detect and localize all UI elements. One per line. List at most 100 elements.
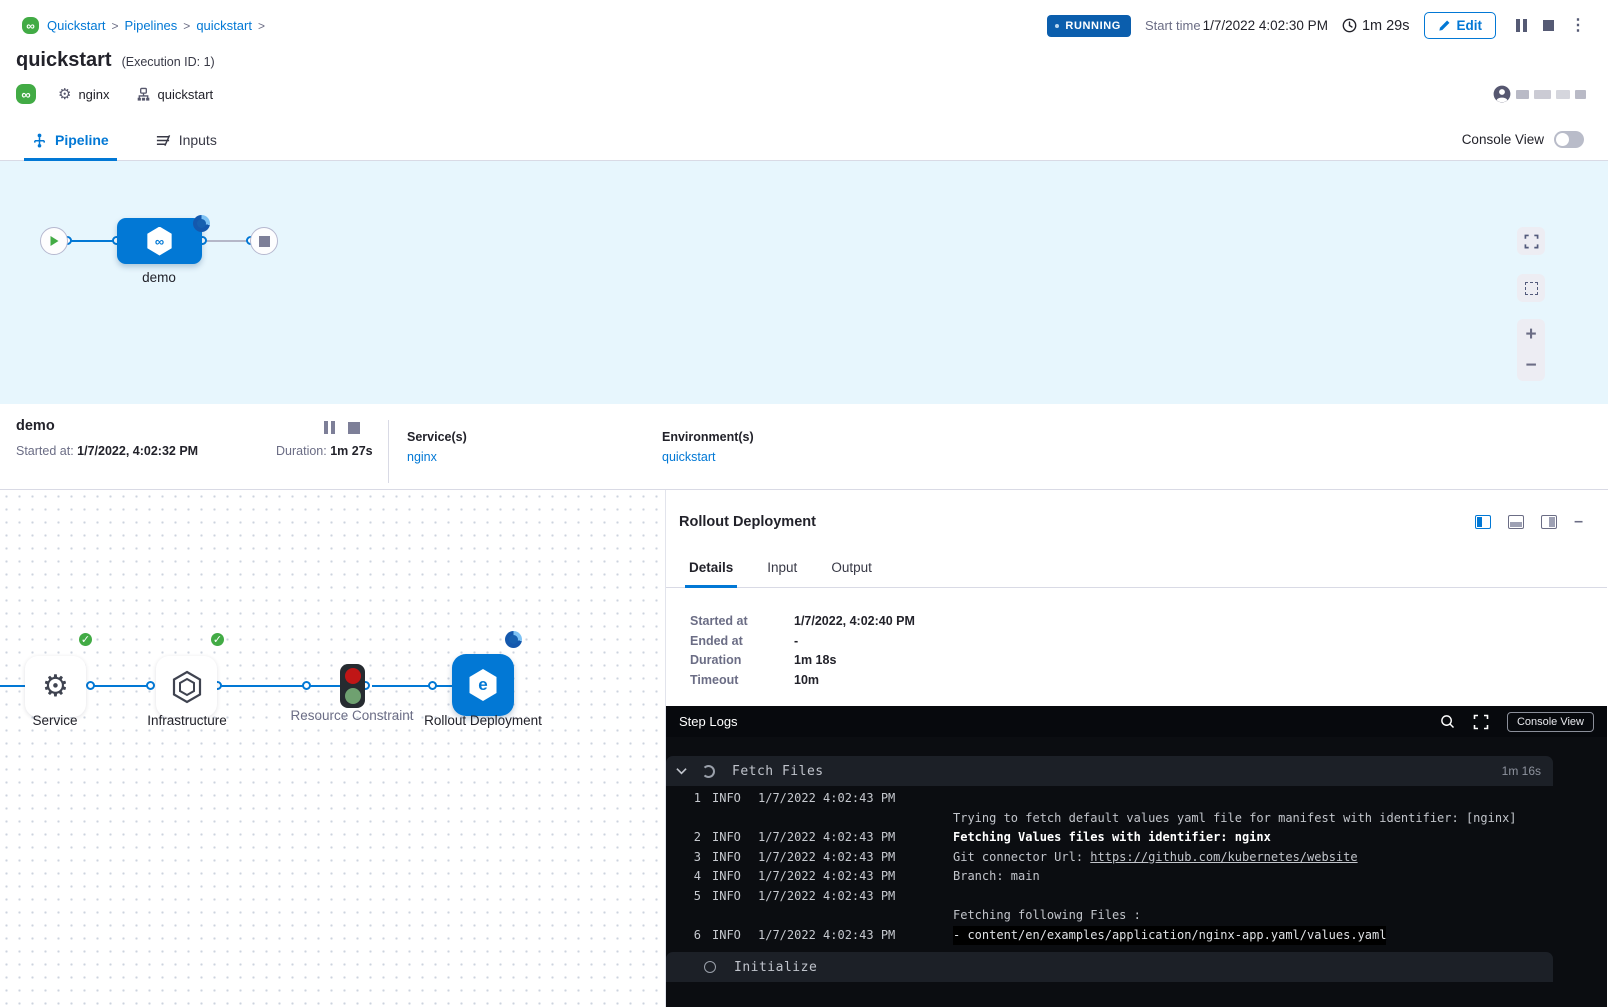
fullscreen-icon (1524, 234, 1539, 249)
service-tag[interactable]: ⚙ nginx (58, 87, 110, 102)
duration-value: 1m 27s (330, 444, 372, 458)
environment-icon (136, 87, 151, 102)
chevron-down-icon (676, 767, 687, 775)
zoom-in-button[interactable]: + (1525, 319, 1536, 350)
pipeline-start-node[interactable] (40, 227, 68, 255)
detail-label: Duration (690, 651, 794, 671)
environment-tag[interactable]: quickstart (136, 87, 214, 102)
infrastructure-hexagon-icon (171, 670, 203, 704)
step-details: Started at1/7/2022, 4:02:40 PM Ended at-… (666, 588, 1607, 706)
more-options-icon[interactable]: ⋮ (1570, 19, 1586, 32)
traffic-light-red-icon (345, 668, 361, 684)
log-line: 5INFO1/7/2022 4:02:43 PM (690, 887, 1553, 907)
tab-pipeline[interactable]: Pipeline (28, 132, 113, 160)
detail-row: Timeout10m (690, 671, 1607, 691)
play-icon (49, 235, 60, 247)
stop-stage-icon[interactable] (348, 422, 360, 434)
log-section-fetch-files[interactable]: Fetch Files 1m 16s (666, 756, 1553, 786)
log-line: 3INFO1/7/2022 4:02:43 PMGit connector Ur… (690, 848, 1553, 868)
started-at-value: 1/7/2022, 4:02:32 PM (77, 444, 198, 458)
detail-label: Started at (690, 612, 794, 632)
step-panel-title: Rollout Deployment (679, 514, 816, 530)
tab-input[interactable]: Input (765, 560, 799, 587)
section-duration: 1m 16s (1502, 764, 1541, 778)
running-spinner-badge (193, 215, 210, 232)
service-link[interactable]: nginx (407, 450, 437, 464)
detail-value: 1/7/2022, 4:02:40 PM (794, 612, 915, 632)
minimize-panel-icon[interactable]: – (1574, 517, 1583, 527)
layout-bottom-panel-icon[interactable] (1508, 515, 1524, 529)
redacted-text-block (1534, 90, 1551, 99)
log-section-initialize[interactable]: Initialize (666, 952, 1553, 982)
breadcrumb-separator: > (258, 19, 265, 33)
log-line: 2INFO1/7/2022 4:02:43 PMFetching Values … (690, 828, 1553, 848)
services-label: Service(s) (407, 430, 644, 444)
section-name: Fetch Files (732, 764, 824, 779)
step-logs-title: Step Logs (679, 714, 738, 729)
zoom-controls: + − (1517, 319, 1545, 381)
log-line: 4INFO1/7/2022 4:02:43 PMBranch: main (690, 867, 1553, 887)
log-line: Trying to fetch default values yaml file… (690, 809, 1553, 829)
stop-execution-icon[interactable] (1543, 20, 1554, 31)
breadcrumb-pipeline-link[interactable]: quickstart (196, 18, 252, 33)
step-node-resource-constraint[interactable] (340, 664, 365, 708)
layout-split-panel-icon[interactable] (1541, 515, 1557, 529)
pause-execution-icon[interactable] (1516, 19, 1527, 32)
app-window: ∞ Quickstart>Pipelines>quickstart> RUNNI… (0, 0, 1608, 1007)
step-logs-body[interactable]: Fetch Files 1m 16s 1INFO1/7/2022 4:02:43… (666, 737, 1607, 1007)
step-node-rollout-deployment[interactable]: e (452, 654, 514, 716)
log-line: Fetching following Files : (690, 906, 1553, 926)
zoom-out-button[interactable]: − (1525, 350, 1536, 381)
duration-label: Duration: (276, 444, 327, 458)
search-icon[interactable] (1440, 714, 1455, 729)
breadcrumb-account-link[interactable]: Quickstart (47, 18, 106, 33)
harness-cd-module-icon: ∞ (16, 84, 36, 104)
stop-shape-icon (259, 236, 270, 247)
stage-node-demo[interactable]: ∞ (117, 218, 202, 264)
redacted-text-block (1556, 90, 1570, 99)
expand-logs-icon[interactable] (1473, 714, 1489, 730)
breadcrumb-separator: > (112, 19, 119, 33)
edit-button[interactable]: Edit (1424, 12, 1497, 39)
pause-stage-icon[interactable] (324, 421, 335, 434)
fullscreen-button[interactable] (1517, 227, 1545, 255)
console-view-label: Console View (1462, 132, 1544, 147)
layout-right-panel-icon[interactable] (1475, 515, 1491, 529)
pencil-icon (1438, 19, 1451, 32)
select-region-button[interactable] (1517, 274, 1545, 302)
elapsed-time: 1m 29s (1342, 18, 1410, 34)
detail-value: - (794, 632, 798, 652)
step-logs-header: Step Logs Console View (666, 706, 1607, 737)
step-label-infrastructure: Infrastructure (122, 711, 252, 731)
tab-details[interactable]: Details (687, 560, 735, 587)
user-avatar-group (1493, 85, 1586, 103)
harness-cd-module-icon: ∞ (22, 17, 39, 34)
tab-inputs[interactable]: Inputs (151, 132, 221, 160)
tab-output[interactable]: Output (829, 560, 874, 587)
detail-row: Ended at- (690, 632, 1607, 652)
connector-point (86, 681, 95, 690)
page-title: quickstart (16, 49, 112, 72)
running-spinner-badge (505, 631, 522, 648)
detail-value: 10m (794, 671, 819, 691)
section-name: Initialize (734, 960, 817, 975)
redacted-text-block (1516, 90, 1529, 99)
execution-graph-canvas[interactable]: ⚙ ✓ Service ✓ Infrastructure Resource Co… (0, 490, 666, 1007)
step-node-service[interactable]: ⚙ (25, 656, 86, 717)
detail-row: Duration1m 18s (690, 651, 1607, 671)
execution-id: (Execution ID: 1) (122, 55, 215, 69)
connector-point (302, 681, 311, 690)
breadcrumb-pipelines-link[interactable]: Pipelines (125, 18, 178, 33)
environment-link[interactable]: quickstart (662, 450, 716, 464)
log-link[interactable]: https://github.com/kubernetes/website (1090, 848, 1357, 868)
logs-console-view-button[interactable]: Console View (1507, 712, 1594, 732)
step-node-infrastructure[interactable] (156, 656, 217, 717)
section-pending-icon (704, 961, 716, 973)
pipeline-graph-canvas[interactable]: ∞ demo + − (0, 161, 1608, 404)
pipeline-end-node[interactable] (250, 227, 278, 255)
stage-node-label: demo (142, 270, 176, 285)
console-view-toggle[interactable] (1554, 131, 1584, 148)
step-panel-tabs: Details Input Output (666, 546, 1607, 588)
stage-name: demo (16, 418, 276, 434)
start-time: Start time1/7/2022 4:02:30 PM (1145, 17, 1328, 35)
